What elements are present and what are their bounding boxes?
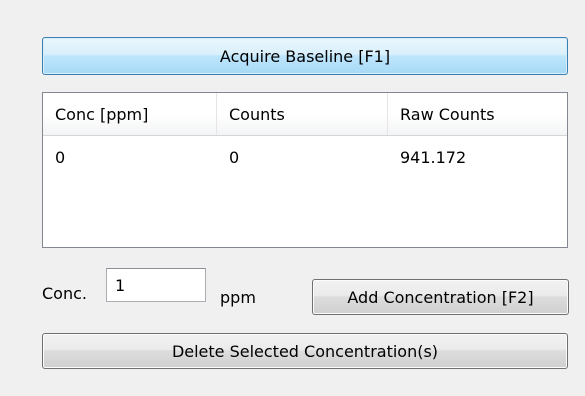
cell-counts: 0 (229, 147, 240, 167)
conc-label: Conc. (42, 283, 87, 303)
cell-conc: 0 (55, 147, 66, 167)
concentration-input[interactable] (106, 268, 206, 302)
concentration-table[interactable]: Conc [ppm] Counts Raw Counts 0 0 941.172 (42, 92, 568, 248)
column-header-raw-counts[interactable]: Raw Counts (388, 93, 567, 135)
delete-selected-button[interactable]: Delete Selected Concentration(s) (42, 333, 568, 369)
table-row[interactable]: 0 0 941.172 (43, 140, 567, 174)
acquire-baseline-button[interactable]: Acquire Baseline [F1] (42, 37, 568, 75)
column-header-counts[interactable]: Counts (217, 93, 388, 135)
add-concentration-button[interactable]: Add Concentration [F2] (312, 279, 569, 315)
table-header: Conc [ppm] Counts Raw Counts (43, 93, 567, 136)
unit-label: ppm (220, 287, 256, 307)
column-header-conc[interactable]: Conc [ppm] (43, 93, 217, 135)
cell-raw-counts: 941.172 (400, 147, 467, 167)
